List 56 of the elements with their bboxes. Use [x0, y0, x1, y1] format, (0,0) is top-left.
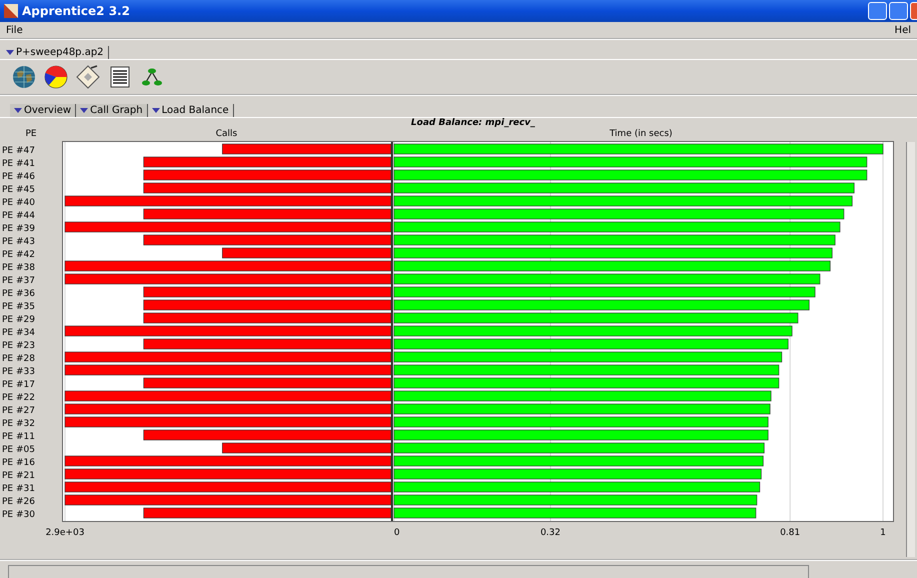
- pe-label: PE #33: [2, 367, 35, 377]
- table-icon[interactable]: [108, 65, 132, 89]
- maximize-button[interactable]: [889, 2, 908, 20]
- pe-label: PE #23: [2, 341, 35, 351]
- tab[interactable]: Load Balance: [148, 104, 234, 117]
- axis-tick-label: 2.9e+03: [46, 528, 84, 538]
- pe-label: PE #17: [2, 380, 35, 390]
- axis-tick-label: 0.81: [780, 528, 800, 538]
- chart-title: Load Balance: mpi_recv_: [411, 118, 535, 128]
- pe-label: PE #30: [2, 510, 35, 520]
- pe-label: PE #41: [2, 159, 35, 169]
- pe-label: PE #31: [2, 484, 35, 494]
- pe-label: PE #22: [2, 393, 35, 403]
- pe-label: PE #32: [2, 419, 35, 429]
- pe-label: PE #27: [2, 406, 35, 416]
- pe-label: PE #21: [2, 471, 35, 481]
- clipboard-icon[interactable]: [76, 65, 100, 89]
- pe-label: PE #34: [2, 328, 35, 338]
- scrollbar[interactable]: [906, 142, 915, 557]
- menu-item[interactable]: File: [4, 24, 25, 36]
- pe-label: PE #11: [2, 432, 35, 442]
- globe-icon[interactable]: [12, 65, 36, 89]
- pe-label: PE #46: [2, 172, 35, 182]
- pie-chart-icon[interactable]: [44, 65, 68, 89]
- pe-label: PE #26: [2, 497, 35, 507]
- caret-icon: [80, 108, 88, 113]
- axis-tick-label: 0.32: [540, 528, 560, 538]
- column-header: Time (in secs): [608, 129, 674, 141]
- pe-label: PE #29: [2, 315, 35, 325]
- pe-label: PE #44: [2, 211, 35, 221]
- app-icon: [4, 4, 18, 18]
- pe-label: PE #42: [2, 250, 35, 260]
- window-title: Apprentice2 3.2: [22, 4, 131, 18]
- pe-label: PE #36: [2, 289, 35, 299]
- pe-label: PE #43: [2, 237, 35, 247]
- minimize-button[interactable]: [868, 2, 887, 20]
- pe-label: PE #40: [2, 198, 35, 208]
- pe-label: PE #39: [2, 224, 35, 234]
- pe-label: PE #47: [2, 146, 35, 156]
- caret-icon: [6, 50, 14, 55]
- pe-label: PE #28: [2, 354, 35, 364]
- pe-label: PE #05: [2, 445, 35, 455]
- tab[interactable]: Call Graph: [76, 104, 148, 117]
- tab[interactable]: Overview: [10, 104, 76, 117]
- caret-icon: [152, 108, 160, 113]
- pe-label: PE #45: [2, 185, 35, 195]
- axis-tick-label: 1: [880, 528, 886, 538]
- column-header: Calls: [214, 129, 238, 141]
- pe-label: PE #37: [2, 276, 35, 286]
- menu-item[interactable]: Hel: [892, 24, 913, 36]
- pe-label: PE #16: [2, 458, 35, 468]
- column-header: PE: [24, 129, 38, 141]
- axis-tick-label: 0: [394, 528, 400, 538]
- pe-label: PE #38: [2, 263, 35, 273]
- caret-icon: [14, 108, 22, 113]
- pe-label: PE #35: [2, 302, 35, 312]
